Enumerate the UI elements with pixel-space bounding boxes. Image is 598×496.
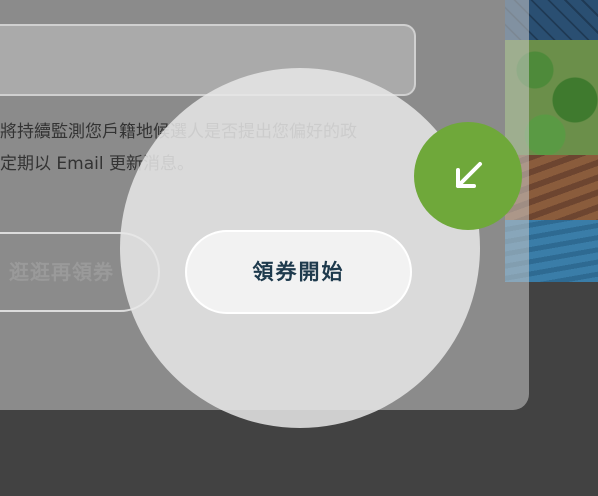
screen: 將持續監測您戶籍地候選人是否提出您偏好的政 定期以 Email 更新消息。 逛逛… — [0, 0, 598, 496]
arrow-down-left-icon — [456, 162, 482, 188]
tutorial-pointer-button[interactable] — [414, 122, 522, 230]
claim-coupon-button[interactable]: 領券開始 — [185, 230, 412, 314]
